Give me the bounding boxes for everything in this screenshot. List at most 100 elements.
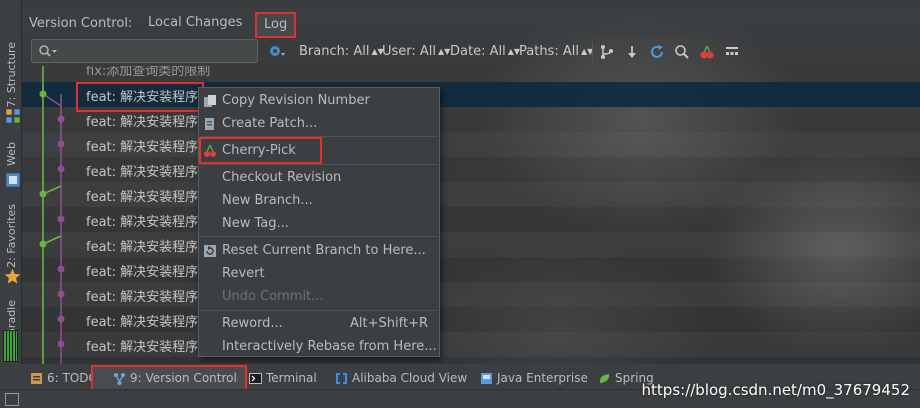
reset-icon bbox=[204, 245, 216, 257]
graph-node bbox=[57, 165, 65, 173]
spring-leaf-icon bbox=[599, 373, 610, 383]
commit-message: feat: 解决安装程序问 bbox=[86, 215, 212, 230]
watermark: https://blog.csdn.net/m0_37679452 bbox=[641, 381, 910, 399]
commit-graph bbox=[39, 66, 65, 368]
left-tool-strip: 7: Structure Web 2: Favorites Gradle bbox=[0, 0, 22, 388]
menu-separator bbox=[200, 164, 438, 165]
context-menu: Copy Revision Number Create Patch... Che… bbox=[198, 87, 440, 357]
menu-checkout-revision[interactable]: Checkout Revision bbox=[199, 166, 439, 189]
find-icon[interactable] bbox=[674, 44, 690, 60]
commit-row[interactable]: feat: 解决安装程序问 bbox=[22, 207, 920, 232]
memory-indicator bbox=[3, 330, 18, 362]
menu-new-tag[interactable]: New Tag... bbox=[199, 212, 439, 235]
paths-filter[interactable]: Paths: All ▲▼ bbox=[519, 44, 593, 59]
web-tab-label: Web bbox=[4, 142, 18, 166]
java-enterprise-tab[interactable]: Java Enterprise bbox=[480, 369, 588, 387]
arrow-down-icon[interactable] bbox=[624, 44, 640, 60]
graph-node bbox=[57, 140, 65, 148]
refresh-icon[interactable] bbox=[649, 44, 665, 60]
favorites-tab-label: 2: Favorites bbox=[4, 204, 18, 268]
graph-node bbox=[39, 240, 47, 248]
commit-list: fix:添加查询类的限制 feat: 解决安装程序问 feat: 解决安装程序问… bbox=[22, 66, 920, 368]
menu-create-patch[interactable]: Create Patch... bbox=[199, 112, 439, 135]
graph-node bbox=[57, 115, 65, 123]
version-control-icon bbox=[114, 372, 125, 385]
selected-commit-highlight bbox=[76, 82, 204, 112]
alibaba-cloud-tab[interactable]: Alibaba Cloud View bbox=[335, 369, 467, 387]
copy-icon bbox=[204, 95, 216, 107]
search-icon bbox=[39, 45, 57, 57]
more-icon[interactable] bbox=[724, 44, 740, 60]
menu-item-label: Revert bbox=[222, 266, 265, 281]
menu-undo-commit: Undo Commit... bbox=[199, 285, 439, 308]
commit-row[interactable]: feat: 解决安装程序问 bbox=[22, 257, 920, 282]
log-toolbar: Branch: All ▲▼ User: All ▲▼ Date: All ▲▼ Pa… bbox=[22, 38, 920, 66]
terminal-tab[interactable]: Terminal bbox=[249, 369, 317, 387]
menu-item-label: Copy Revision Number bbox=[222, 93, 370, 108]
gear-icon[interactable] bbox=[268, 43, 286, 59]
user-filter[interactable]: User: All ▲▼ bbox=[382, 44, 450, 59]
commit-message: feat: 解决安装程序问 bbox=[86, 240, 212, 255]
menu-item-label: New Tag... bbox=[222, 216, 289, 231]
branch-icon[interactable] bbox=[599, 44, 615, 60]
commit-message: feat: 解决安装程序问 bbox=[86, 265, 212, 280]
version-control-tab-label: 9: Version Control bbox=[130, 371, 237, 385]
alibaba-cloud-tab-label: Alibaba Cloud View bbox=[352, 371, 468, 385]
web-icon bbox=[6, 173, 20, 187]
web-tab[interactable]: Web bbox=[2, 142, 20, 166]
menu-reword[interactable]: Reword... Alt+Shift+R bbox=[199, 312, 439, 335]
menu-item-label: Create Patch... bbox=[222, 116, 318, 131]
menu-revert[interactable]: Revert bbox=[199, 262, 439, 285]
branch-filter-label: Branch: All bbox=[299, 44, 370, 59]
date-filter-label: Date: All bbox=[450, 44, 506, 59]
search-input[interactable] bbox=[31, 39, 258, 63]
structure-tab[interactable]: 7: Structure bbox=[2, 42, 20, 107]
todo-icon bbox=[31, 372, 42, 384]
menu-copy-revision-number[interactable]: Copy Revision Number bbox=[199, 89, 439, 112]
graph-node bbox=[57, 290, 65, 298]
cherry-pick-icon[interactable] bbox=[699, 44, 715, 60]
java-enterprise-tab-label: Java Enterprise bbox=[497, 371, 588, 385]
cherry-pick-highlight bbox=[199, 137, 322, 164]
commit-row[interactable]: feat: 解决安装程序问 bbox=[22, 157, 920, 182]
commit-message: feat: 解决安装程序问 bbox=[86, 340, 212, 355]
user-filter-label: User: All bbox=[382, 44, 437, 59]
commit-message: feat: 解决安装程序问 bbox=[86, 315, 212, 330]
menu-item-label: Reset Current Branch to Here... bbox=[222, 243, 426, 258]
commit-row[interactable]: feat: 解决安装程序问 bbox=[22, 282, 920, 307]
toggle-tool-windows-icon[interactable] bbox=[5, 393, 19, 406]
commit-row[interactable]: feat: 解决安装程序问 bbox=[22, 132, 920, 157]
commit-message: feat: 解决安装程序问 bbox=[86, 140, 212, 155]
graph-node bbox=[57, 315, 65, 323]
commit-row[interactable]: feat: 解决安装程序问 bbox=[22, 232, 920, 257]
menu-item-label: New Branch... bbox=[222, 193, 313, 208]
menu-reset-branch[interactable]: Reset Current Branch to Here... bbox=[199, 239, 439, 262]
tab-log[interactable]: Log bbox=[255, 12, 297, 38]
menu-item-shortcut: Alt+Shift+R bbox=[350, 316, 428, 331]
commit-message: feat: 解决安装程序问 bbox=[86, 165, 212, 180]
commit-message: feat: 解决安装程序问 bbox=[86, 190, 212, 205]
terminal-tab-label: Terminal bbox=[266, 371, 317, 385]
structure-tab-label: 7: Structure bbox=[4, 42, 18, 108]
commit-row[interactable]: feat: 解决安装程序问 bbox=[22, 332, 920, 357]
menu-item-label: Checkout Revision bbox=[222, 170, 342, 185]
branch-filter[interactable]: Branch: All ▲▼ bbox=[299, 44, 384, 59]
commit-message[interactable]: fix:添加查询类的限制 bbox=[86, 66, 210, 79]
menu-item-label: Undo Commit... bbox=[222, 289, 324, 304]
patch-icon bbox=[205, 118, 214, 130]
tab-local-changes[interactable]: Local Changes bbox=[141, 11, 249, 35]
java-enterprise-icon bbox=[481, 372, 492, 384]
star-icon bbox=[4, 268, 21, 284]
graph-node bbox=[57, 215, 65, 223]
commit-row[interactable]: feat: 解决安装程序问 bbox=[22, 307, 920, 332]
menu-item-label: Interactively Rebase from Here... bbox=[222, 339, 437, 354]
terminal-icon bbox=[249, 372, 262, 384]
graph-node bbox=[39, 90, 47, 98]
favorites-tab[interactable]: 2: Favorites bbox=[2, 204, 20, 268]
menu-interactive-rebase[interactable]: Interactively Rebase from Here... bbox=[199, 335, 439, 358]
menu-new-branch[interactable]: New Branch... bbox=[199, 189, 439, 212]
date-filter[interactable]: Date: All ▲▼ bbox=[450, 44, 520, 59]
todo-tab[interactable]: 6: TODO bbox=[30, 369, 98, 387]
version-control-tab[interactable]: 9: Version Control bbox=[91, 365, 247, 391]
commit-row[interactable]: feat: 解决安装程序问 bbox=[22, 182, 920, 207]
